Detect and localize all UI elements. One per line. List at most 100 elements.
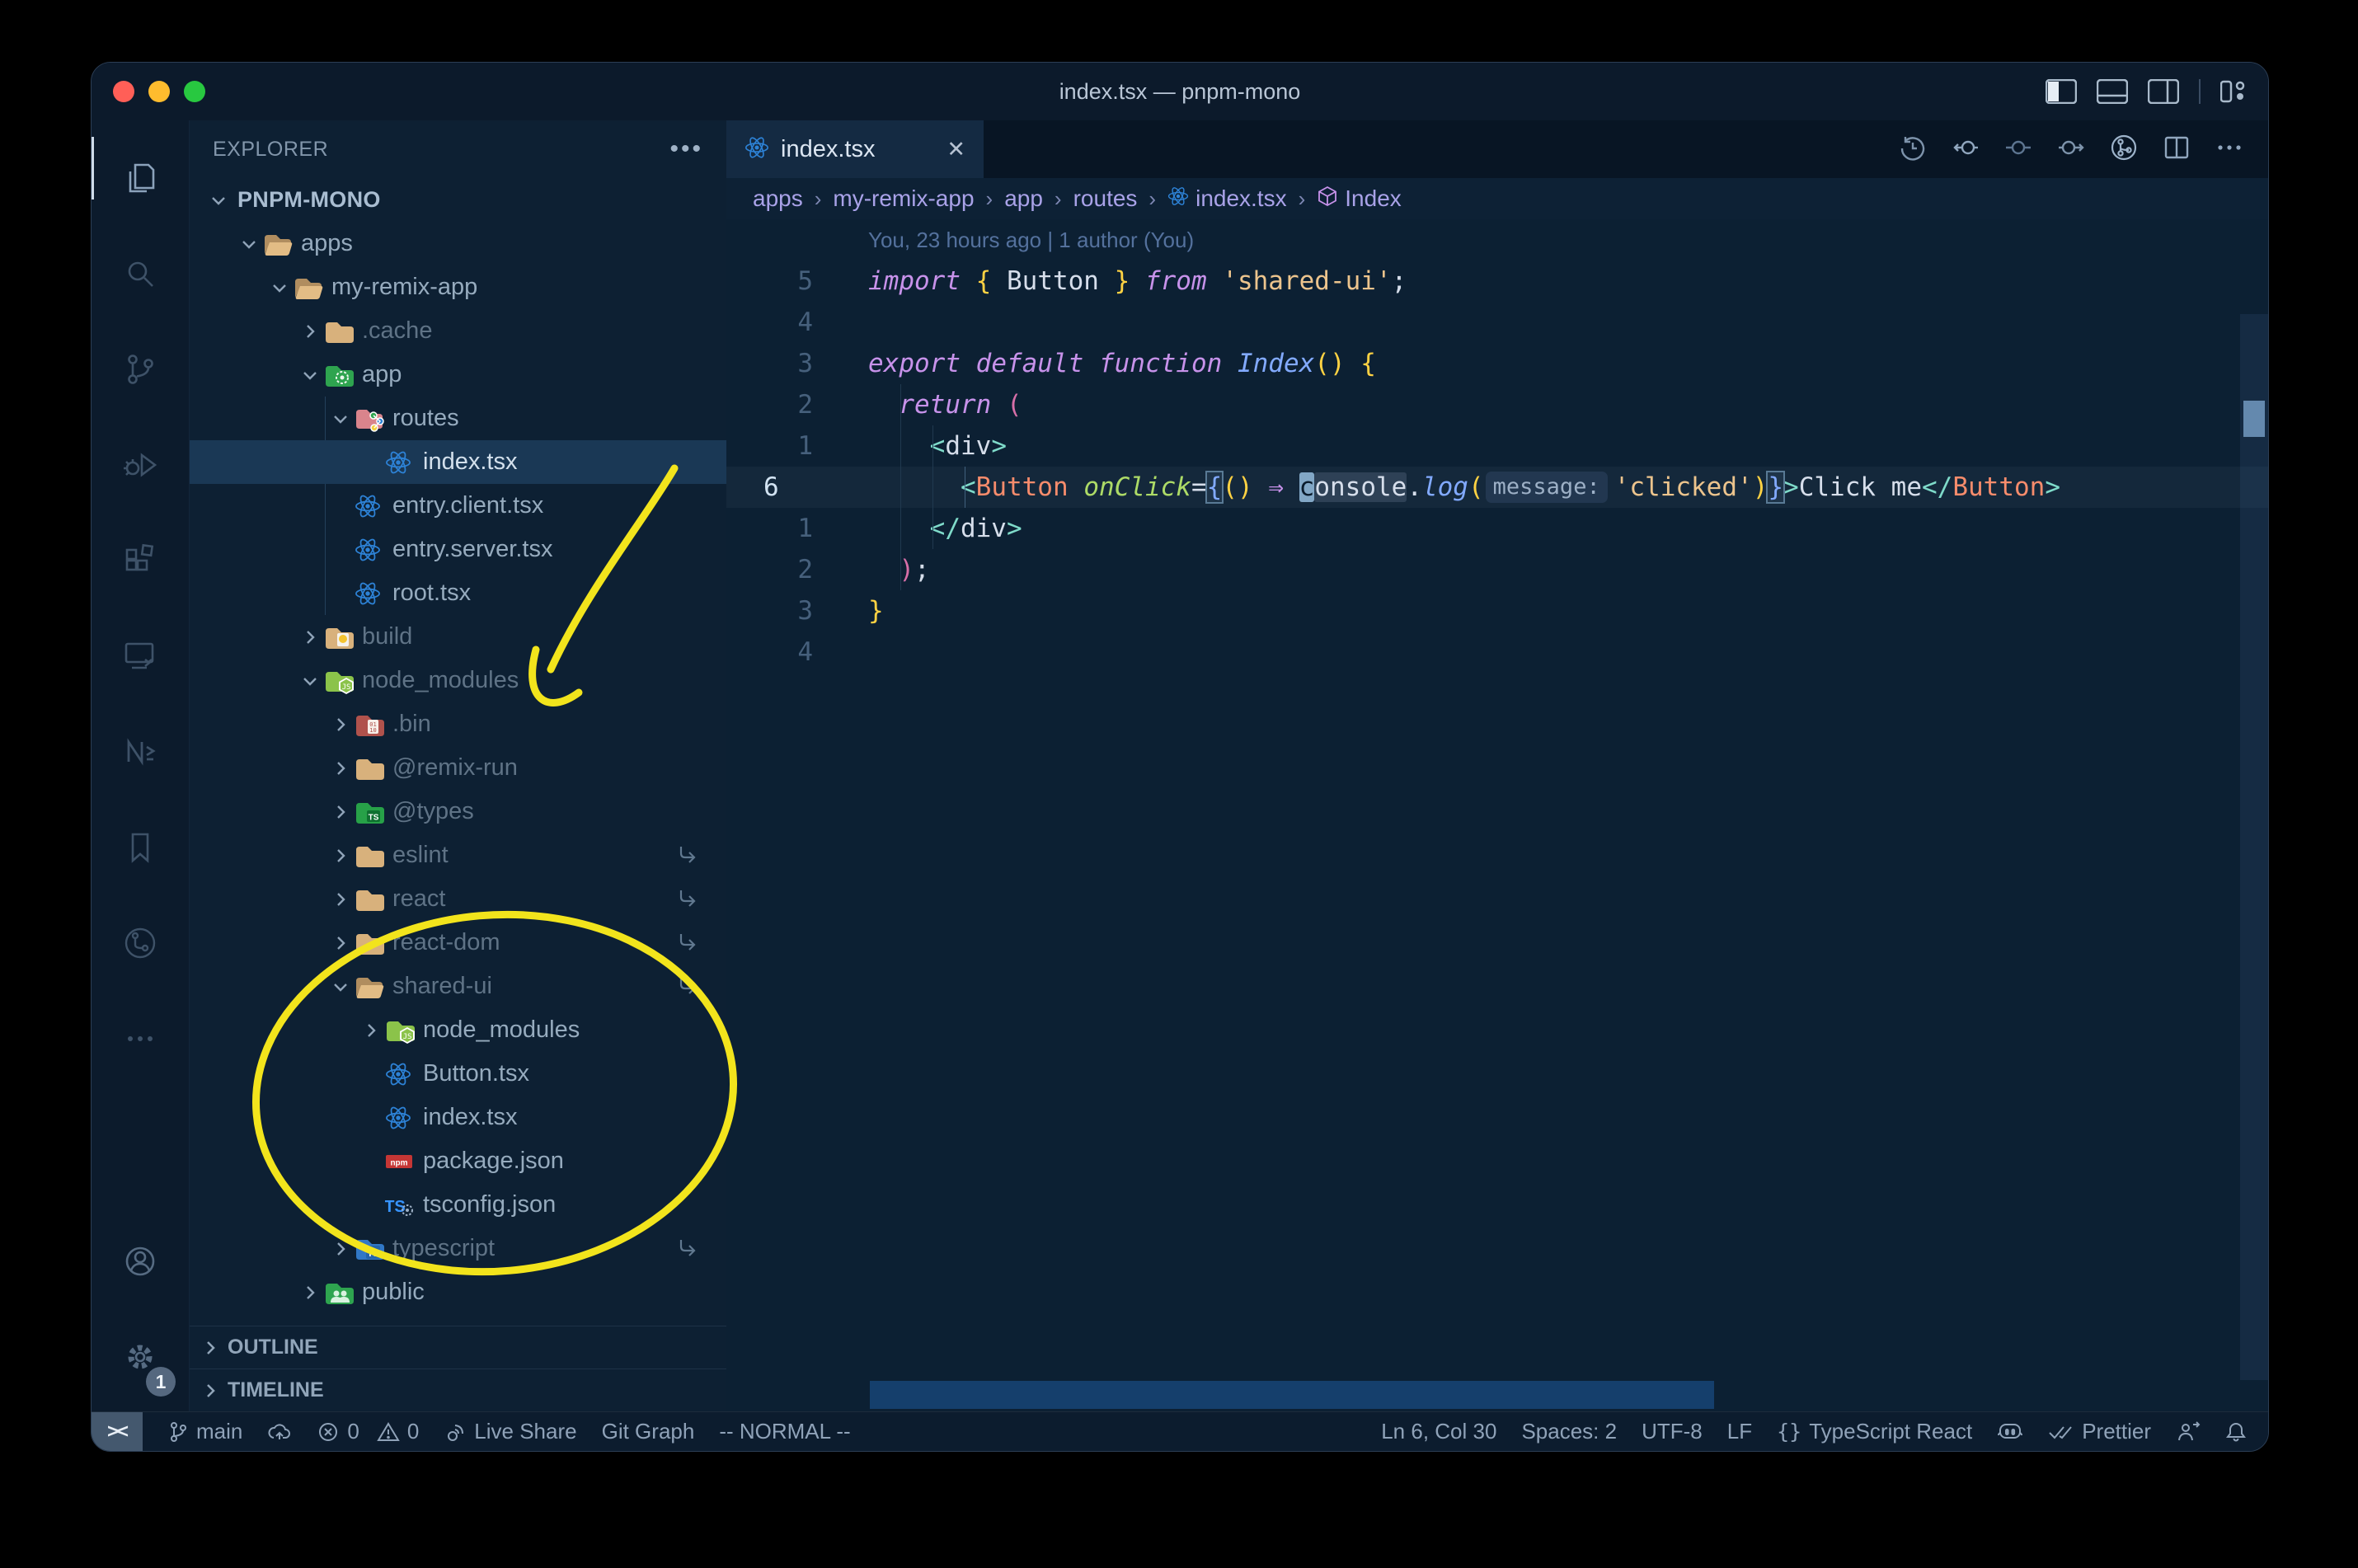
live-share-status[interactable]: Live Share bbox=[444, 1412, 577, 1451]
tree-item-app[interactable]: app bbox=[190, 353, 726, 397]
chevron-down-icon[interactable] bbox=[326, 977, 355, 997]
activity-more-icon[interactable] bbox=[92, 991, 189, 1087]
activity-bookmarks-icon[interactable] bbox=[92, 800, 189, 895]
editor-vertical-scrollbar[interactable] bbox=[2240, 314, 2268, 1380]
tree-item--remix-run[interactable]: @remix-run bbox=[190, 746, 726, 790]
code-line[interactable]: 1 </div> bbox=[726, 508, 2268, 549]
tree-item-my-remix-app[interactable]: my-remix-app bbox=[190, 265, 726, 309]
code-line[interactable]: 2 ); bbox=[726, 549, 2268, 590]
activity-git-graph-icon[interactable] bbox=[92, 895, 189, 991]
feedback-button[interactable] bbox=[2176, 1412, 2201, 1451]
tree-item-tsconfig-json[interactable]: TS tsconfig.json bbox=[190, 1183, 726, 1227]
chevron-right-icon[interactable] bbox=[296, 1283, 324, 1303]
chevron-right-icon[interactable] bbox=[296, 627, 324, 647]
activity-extensions-icon[interactable] bbox=[92, 513, 189, 608]
chevron-down-icon[interactable] bbox=[326, 409, 355, 429]
problems-status[interactable]: 00 bbox=[317, 1412, 419, 1451]
chevron-right-icon[interactable] bbox=[326, 890, 355, 909]
breadcrumb-item-index[interactable]: Index bbox=[1317, 185, 1402, 213]
code-line[interactable]: 4 bbox=[726, 302, 2268, 343]
tree-item-package-json[interactable]: npm package.json bbox=[190, 1139, 726, 1183]
tree-item-index-tsx[interactable]: index.tsx bbox=[190, 1096, 726, 1139]
code-line[interactable]: 3} bbox=[726, 590, 2268, 631]
tree-item-index-tsx[interactable]: index.tsx bbox=[190, 440, 726, 484]
chevron-down-icon[interactable] bbox=[296, 671, 324, 691]
nav-dot-icon[interactable] bbox=[2004, 134, 2032, 166]
breadcrumb-item-routes[interactable]: routes bbox=[1073, 185, 1138, 212]
chevron-down-icon[interactable] bbox=[296, 365, 324, 385]
breadcrumb-item-app[interactable]: app bbox=[1004, 185, 1043, 212]
tree-item-node-modules[interactable]: JS node_modules bbox=[190, 659, 726, 702]
git-graph-status[interactable]: Git Graph bbox=[602, 1412, 695, 1451]
timeline-section[interactable]: TIMELINE bbox=[190, 1368, 726, 1411]
history-icon[interactable] bbox=[1899, 134, 1927, 166]
tree-item--cache[interactable]: .cache bbox=[190, 309, 726, 353]
code-line[interactable]: 3 export default function Index() { bbox=[726, 343, 2268, 384]
tree-item-apps[interactable]: apps bbox=[190, 222, 726, 265]
tree-item-entry-server-tsx[interactable]: entry.server.tsx bbox=[190, 528, 726, 571]
cursor-position[interactable]: Ln 6, Col 30 bbox=[1381, 1412, 1496, 1451]
chevron-right-icon[interactable] bbox=[326, 846, 355, 866]
tab-close-icon[interactable]: ✕ bbox=[946, 137, 965, 162]
notifications-bell[interactable] bbox=[2225, 1412, 2247, 1451]
publish-status[interactable] bbox=[267, 1412, 292, 1451]
customize-layout-icon[interactable] bbox=[2220, 79, 2248, 104]
chevron-right-icon[interactable] bbox=[326, 802, 355, 822]
tree-item-react-dom[interactable]: react-dom bbox=[190, 921, 726, 965]
remote-indicator[interactable]: >< bbox=[92, 1412, 143, 1451]
breadcrumb-item-apps[interactable]: apps bbox=[753, 185, 803, 212]
tree-item-public[interactable]: public bbox=[190, 1270, 726, 1314]
toggle-secondary-sidebar-icon[interactable] bbox=[2148, 79, 2179, 104]
copilot-status[interactable] bbox=[1997, 1412, 2023, 1451]
nav-back-icon[interactable] bbox=[1952, 134, 1980, 166]
chevron-right-icon[interactable] bbox=[357, 1021, 385, 1040]
gitlens-blame-text[interactable]: You, 23 hours ago | 1 author (You) bbox=[868, 219, 1194, 261]
tree-item-react[interactable]: react bbox=[190, 877, 726, 921]
chevron-down-icon[interactable] bbox=[265, 278, 294, 298]
tree-item-entry-client-tsx[interactable]: entry.client.tsx bbox=[190, 484, 726, 528]
activity-settings-icon[interactable]: 1 bbox=[92, 1309, 189, 1405]
outline-section[interactable]: OUTLINE bbox=[190, 1326, 726, 1368]
activity-run-debug-icon[interactable] bbox=[92, 417, 189, 513]
breadcrumb-item-my-remix-app[interactable]: my-remix-app bbox=[833, 185, 974, 212]
code-line[interactable]: 2 return ( bbox=[726, 384, 2268, 425]
more-actions-icon[interactable] bbox=[2215, 134, 2243, 166]
split-editor-icon[interactable] bbox=[2163, 134, 2191, 166]
chevron-right-icon[interactable] bbox=[326, 715, 355, 735]
encoding-status[interactable]: UTF-8 bbox=[1642, 1412, 1703, 1451]
nav-forward-icon[interactable] bbox=[2057, 134, 2085, 166]
tree-item-node-modules[interactable]: JS node_modules bbox=[190, 1008, 726, 1052]
chevron-down-icon[interactable] bbox=[204, 190, 233, 210]
code-line[interactable]: 1 <div> bbox=[726, 425, 2268, 467]
prettier-status[interactable]: Prettier bbox=[2048, 1412, 2151, 1451]
breadcrumb-item-index-tsx[interactable]: index.tsx bbox=[1167, 185, 1287, 213]
git-branch-circle-icon[interactable] bbox=[2110, 134, 2138, 166]
tree-item-eslint[interactable]: eslint bbox=[190, 833, 726, 877]
vim-mode-status[interactable]: -- NORMAL -- bbox=[719, 1412, 850, 1451]
tree-item--bin[interactable]: 01 10 .bin bbox=[190, 702, 726, 746]
activity-source-control-icon[interactable] bbox=[92, 322, 189, 417]
tree-item-routes[interactable]: routes bbox=[190, 397, 726, 440]
code-line[interactable]: 6 <Button onClick={() ⇒ console.log(mess… bbox=[726, 467, 2268, 508]
tree-item-button-tsx[interactable]: Button.tsx bbox=[190, 1052, 726, 1096]
activity-search-icon[interactable] bbox=[92, 226, 189, 322]
explorer-more-actions-icon[interactable]: ••• bbox=[669, 135, 703, 163]
indentation-status[interactable]: Spaces: 2 bbox=[1521, 1412, 1617, 1451]
activity-nx-console-icon[interactable] bbox=[92, 704, 189, 800]
branch-status[interactable]: main bbox=[167, 1412, 242, 1451]
tab-index-tsx[interactable]: index.tsx ✕ bbox=[726, 120, 984, 178]
tree-item--types[interactable]: TS @types bbox=[190, 790, 726, 833]
tree-item-typescript[interactable]: TS typescript bbox=[190, 1227, 726, 1270]
tree-item-pnpm-mono[interactable]: PNPM-MONO bbox=[190, 178, 726, 222]
chevron-right-icon[interactable] bbox=[326, 758, 355, 778]
tree-item-shared-ui[interactable]: shared-ui bbox=[190, 965, 726, 1008]
chevron-down-icon[interactable] bbox=[235, 234, 263, 254]
language-mode[interactable]: {} TypeScript React bbox=[1777, 1412, 1972, 1451]
chevron-right-icon[interactable] bbox=[296, 322, 324, 341]
tree-item-build[interactable]: build bbox=[190, 615, 726, 659]
code-editor[interactable]: You, 23 hours ago | 1 author (You) 5 impor… bbox=[726, 219, 2268, 1411]
toggle-panel-icon[interactable] bbox=[2097, 79, 2128, 104]
editor-horizontal-scrollbar[interactable] bbox=[870, 1381, 1714, 1409]
activity-remote-explorer-icon[interactable] bbox=[92, 608, 189, 704]
chevron-right-icon[interactable] bbox=[326, 933, 355, 953]
